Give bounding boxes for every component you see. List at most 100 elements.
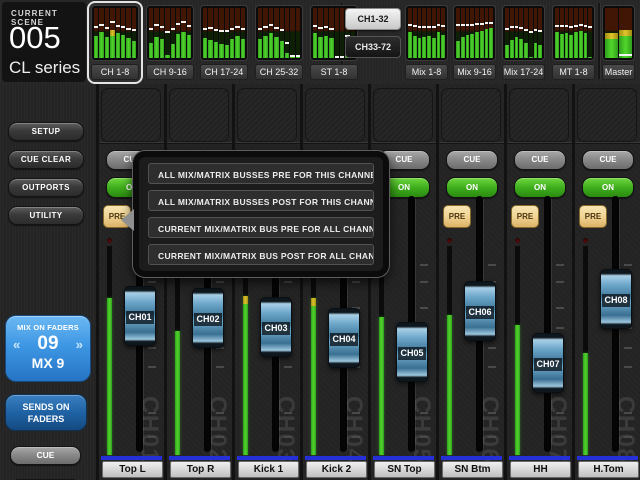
- meter-peak-indicator: [225, 30, 229, 32]
- meter-bar: [466, 8, 470, 58]
- meter-group-master[interactable]: Master: [598, 1, 639, 84]
- meter-bar: [524, 8, 528, 58]
- fader-cap[interactable]: CH08: [600, 269, 632, 329]
- meter-peak-indicator: [94, 26, 98, 28]
- meter-group-ch-1-8[interactable]: CH 1-8: [87, 1, 143, 84]
- mix-bus-name: MX 9: [6, 355, 90, 371]
- meter-bar: [263, 8, 267, 58]
- meter-group-mix-9-16[interactable]: Mix 9-16: [449, 1, 500, 84]
- fader-scale-tick: [216, 281, 224, 283]
- strip-separator: [439, 142, 504, 143]
- meter-bar: [116, 8, 120, 58]
- meter-bar: [588, 8, 592, 58]
- fader-cap-label: CH06: [466, 306, 494, 319]
- meter-group-label: CH 17-24: [200, 64, 248, 80]
- meter-peak-indicator: [219, 30, 223, 32]
- meter-bar: [285, 8, 289, 58]
- bank-button-ch1-32[interactable]: CH1-32: [345, 8, 401, 30]
- channel-name-box[interactable]: Kick 1: [238, 461, 299, 478]
- channel-meter: [243, 246, 248, 455]
- fader-cap[interactable]: CH04: [328, 308, 360, 368]
- fader-cap-label: CH05: [398, 347, 426, 360]
- meter-peak-indicator: [538, 30, 542, 32]
- meter-bar: [126, 8, 130, 58]
- popup-menu-item-2[interactable]: ALL MIX/MATRIX BUSSES POST FOR THIS CHAN…: [148, 190, 374, 211]
- meter-peak-indicator: [480, 23, 484, 25]
- sidebar-button-setup[interactable]: SETUP: [8, 122, 84, 141]
- meter-bar-fill: [269, 33, 273, 58]
- meter-bar-fill: [285, 53, 289, 58]
- channel-name-box[interactable]: H.Tom: [578, 461, 639, 478]
- meter-bar-fill: [480, 31, 484, 59]
- fader-cap[interactable]: CH05: [396, 322, 428, 382]
- channel-on-button[interactable]: ON: [582, 177, 634, 198]
- channel-cue-button[interactable]: CUE: [582, 150, 634, 170]
- fader-scale-tick: [420, 281, 428, 283]
- meter-group-mix-1-8[interactable]: Mix 1-8: [401, 1, 452, 84]
- sidebar-button-outports[interactable]: OUTPORTS: [8, 178, 84, 197]
- sidebar-button-utility[interactable]: UTILITY: [8, 206, 84, 225]
- meter-peak-indicator: [116, 25, 120, 27]
- channel-on-button[interactable]: ON: [514, 177, 566, 198]
- meter-bar-fill: [413, 36, 417, 59]
- strip-top-panel: [169, 88, 229, 142]
- meter-bar-fill: [461, 37, 465, 58]
- fader-cap[interactable]: CH06: [464, 281, 496, 341]
- fader-cap[interactable]: CH07: [532, 333, 564, 393]
- fader-scale-tick: [216, 412, 224, 414]
- meter-peak-indicator: [418, 26, 422, 28]
- channel-meter-fill: [583, 353, 588, 455]
- sidebar-button-cue-clear[interactable]: CUE CLEAR: [8, 150, 84, 169]
- mix-on-faders-panel[interactable]: MIX ON FADERS « 09 » MX 9: [5, 315, 91, 382]
- fader-cap[interactable]: CH01: [124, 286, 156, 346]
- meter-group-ch-9-16[interactable]: CH 9-16: [142, 1, 198, 84]
- meter-box: [91, 5, 139, 61]
- popup-menu-item-1[interactable]: ALL MIX/MATRIX BUSSES PRE FOR THIS CHANN…: [148, 163, 374, 184]
- meter-peak-indicator: [466, 24, 470, 26]
- meter-bar: [329, 8, 333, 58]
- meter-bar-fill: [466, 35, 470, 58]
- channel-name-box[interactable]: Kick 2: [306, 461, 367, 478]
- channel-pre-badge[interactable]: PRE: [511, 205, 539, 228]
- popup-menu-item-4[interactable]: CURRENT MIX/MATRIX BUS POST FOR ALL CHAN…: [148, 244, 374, 265]
- meter-group-ch-25-32[interactable]: CH 25-32: [251, 1, 307, 84]
- channel-name-box[interactable]: SN Top: [374, 461, 435, 478]
- meter-group-mt-1-8[interactable]: MT 1-8: [548, 1, 599, 84]
- sidebar-cue-button[interactable]: CUE: [10, 446, 81, 465]
- channel-cue-button[interactable]: CUE: [514, 150, 566, 170]
- meter-group-ch-17-24[interactable]: CH 17-24: [196, 1, 252, 84]
- fader-cap[interactable]: CH03: [260, 297, 292, 357]
- bank-button-ch33-72[interactable]: CH33-72: [345, 36, 401, 58]
- next-mix-button[interactable]: »: [76, 337, 83, 352]
- meter-bar-fill: [588, 57, 592, 59]
- meter-group-label: CH 9-16: [146, 64, 194, 80]
- fader-track[interactable]: [544, 196, 551, 452]
- meter-peak-indicator: [413, 25, 417, 27]
- channel-name-box[interactable]: Top R: [170, 461, 231, 478]
- meter-bar-fill: [489, 28, 493, 58]
- channel-name-box[interactable]: SN Btm: [442, 461, 503, 478]
- channel-meter-fill: [107, 298, 112, 455]
- meter-bar-fill: [176, 34, 180, 58]
- channel-pre-badge[interactable]: PRE: [443, 205, 471, 228]
- meter-bar-fill: [99, 32, 103, 58]
- popup-menu-item-3[interactable]: CURRENT MIX/MATRIX BUS PRE FOR ALL CHANN…: [148, 217, 374, 238]
- meter-bar: [235, 8, 239, 58]
- channel-name-box[interactable]: HH: [510, 461, 571, 478]
- channel-cue-button[interactable]: CUE: [446, 150, 498, 170]
- prev-mix-button[interactable]: «: [13, 337, 20, 352]
- meter-group-label: Mix 17-24: [502, 64, 545, 80]
- mix-on-faders-title: MIX ON FADERS: [6, 323, 90, 332]
- meter-bar-fill: [116, 33, 120, 58]
- meter-bar-fill: [203, 38, 207, 58]
- meter-bar-fill: [534, 43, 538, 58]
- sends-on-faders-line1: SENDS ON: [6, 402, 86, 414]
- sends-on-faders-button[interactable]: SENDS ON FADERS: [5, 394, 87, 431]
- fader-cap[interactable]: CH02: [192, 288, 224, 348]
- channel-on-button[interactable]: ON: [446, 177, 498, 198]
- meter-peak-indicator: [99, 24, 103, 26]
- channel-pre-badge[interactable]: PRE: [579, 205, 607, 228]
- meter-bar: [529, 8, 533, 58]
- meter-group-mix-17-24[interactable]: Mix 17-24: [498, 1, 549, 84]
- channel-name-box[interactable]: Top L: [102, 461, 163, 478]
